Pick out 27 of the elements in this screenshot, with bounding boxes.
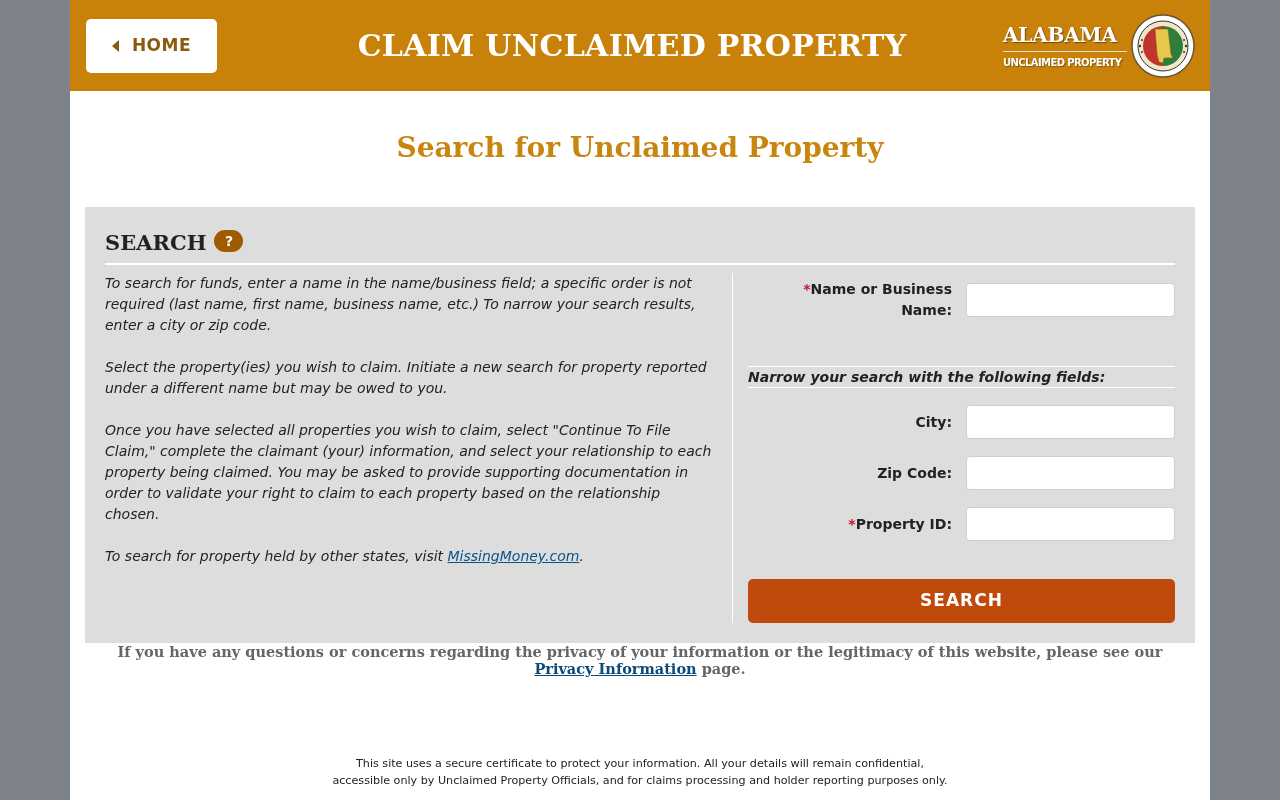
round-seal-icon xyxy=(1131,13,1195,78)
page-title: Search for Unclaimed Property xyxy=(395,130,886,166)
field-label: *Name or Business Name: xyxy=(802,280,952,320)
field-label: Zip Code: xyxy=(876,463,952,483)
instructions-paragraph: To search for property held by other states, visit MissingMoney.com. xyxy=(105,547,585,566)
help-badge[interactable]: ? xyxy=(214,230,244,252)
field-label: *Property ID: xyxy=(847,514,952,534)
privacy-link[interactable]: Privacy Information xyxy=(534,660,697,677)
home-button[interactable]: HOME xyxy=(86,18,217,73)
subheading: Narrow your search with the following fields: xyxy=(748,366,1175,388)
text-input[interactable] xyxy=(966,405,1175,439)
site-title: CLAIM UNCLAIMED PROPERTY xyxy=(356,27,908,64)
security-note: This site uses a secure certificate to protect your information. All your details will remain confidential, accessible only by Unclaimed Property Officials, and for claims processing and holder reporting purposes only. xyxy=(331,756,949,789)
privacy-note: If you have any questions or concerns regarding the privacy of your information or the legitimacy of this website, please see our Privacy Information page. xyxy=(116,643,1164,677)
instructions-paragraph: To search for funds, enter a name in the name/business field; a specific order is not required (last name, first name, business name, etc.) To narrow your search results, enter a city or zip code. xyxy=(105,274,697,335)
logo-tagline: UNCLAIMED PROPERTY xyxy=(1003,56,1123,69)
logo-wordmark: ALABAMA xyxy=(1003,22,1119,48)
text-input[interactable] xyxy=(966,507,1175,541)
caret-left-icon xyxy=(111,39,119,52)
instructions-paragraph: Once you have selected all properties you wish to claim, select "Continue To File Claim," complete the claimant (your) information, and select your relationship to each property being claimed. You may be asked to provide supporting documentation in order to validate your right to claim to each property based on the relationship chosen. xyxy=(105,421,713,524)
text-input[interactable] xyxy=(966,283,1175,317)
section-heading: SEARCH xyxy=(105,229,207,257)
field-label: City: xyxy=(914,412,952,432)
instructions-paragraph: Select the property(ies) you wish to claim. Initiate a new search for property reported under a different name but may be owed to you. xyxy=(105,358,708,398)
text-input[interactable] xyxy=(966,456,1175,490)
search-button[interactable]: SEARCH xyxy=(748,579,1175,623)
site-link[interactable]: MissingMoney.com xyxy=(447,548,580,564)
